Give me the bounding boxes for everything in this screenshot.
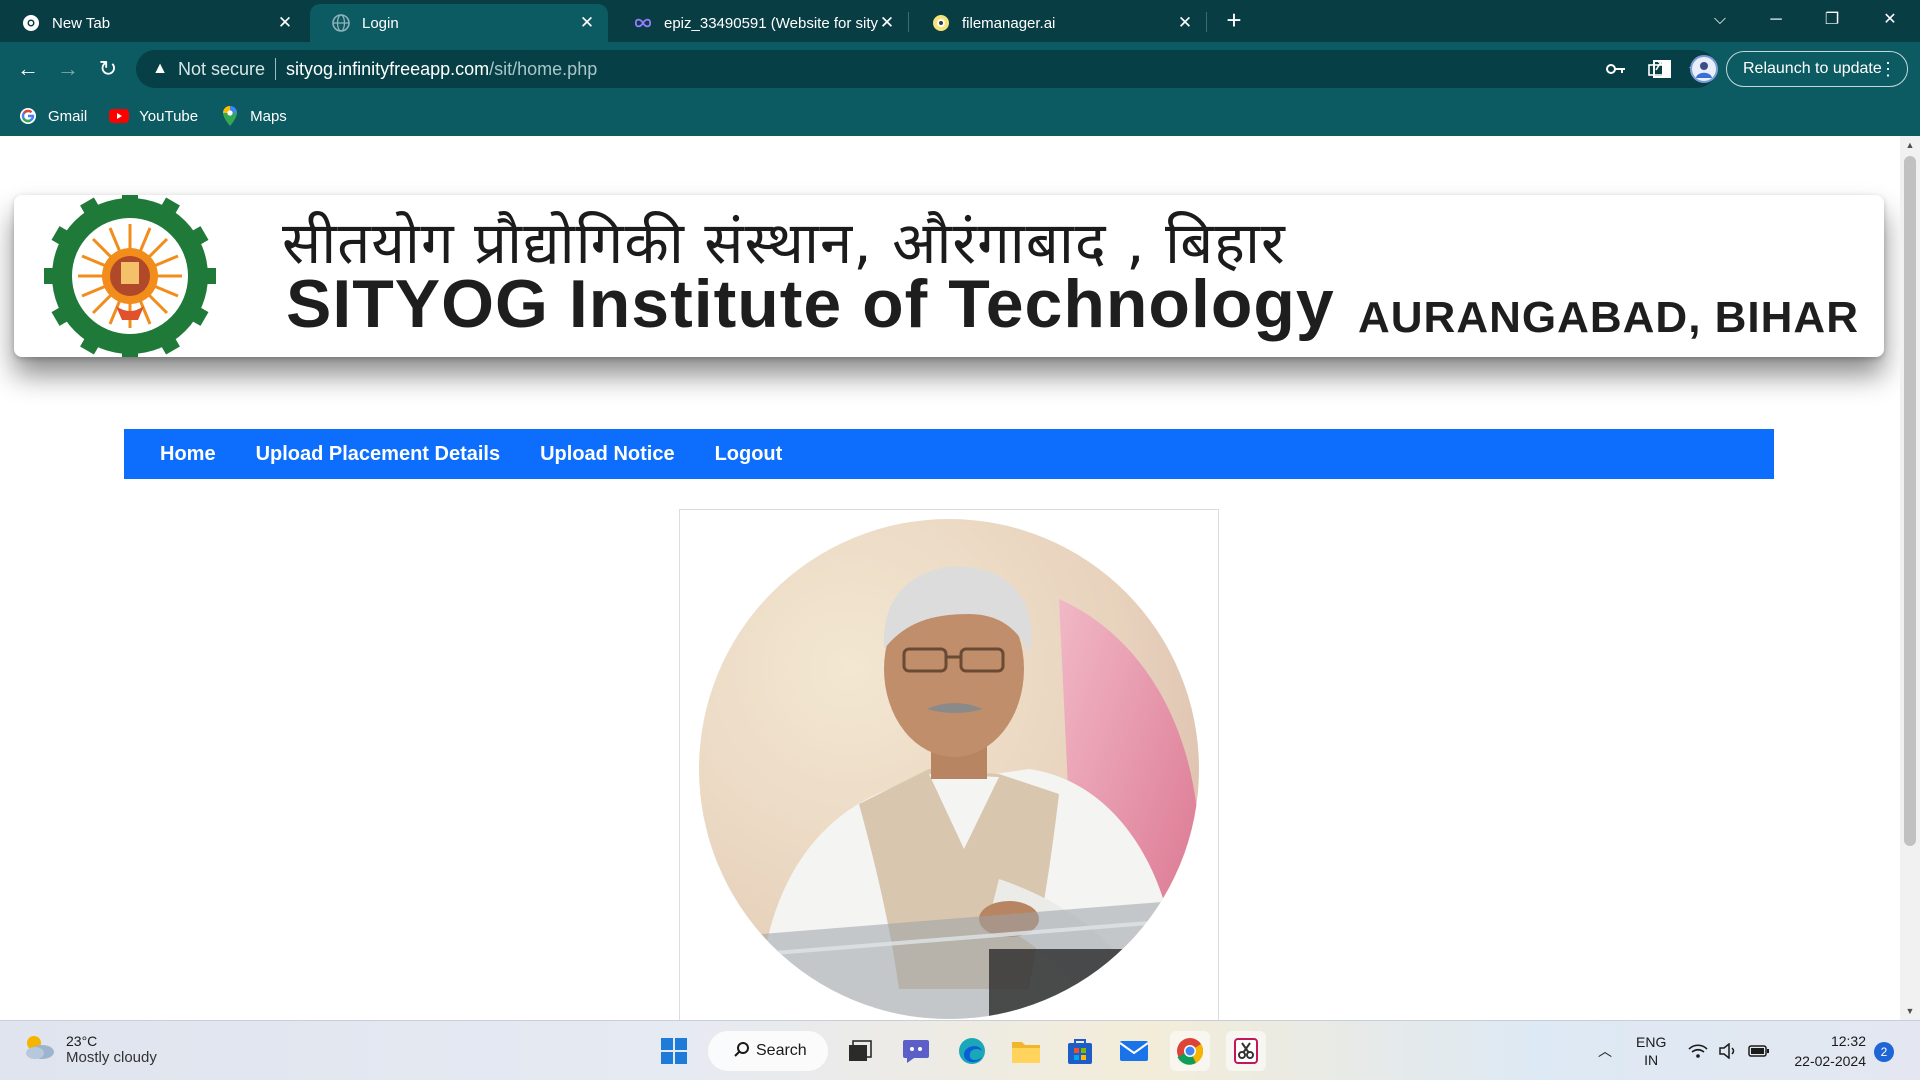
tab-epiz[interactable]: epiz_33490591 (Website for sityog ✕ <box>612 4 908 42</box>
weather-temperature: 23°C <box>66 1033 98 1049</box>
close-icon[interactable]: ✕ <box>1176 14 1194 32</box>
profile-photo <box>699 519 1199 1019</box>
language-line2: IN <box>1644 1052 1659 1068</box>
nav-upload-placement-details[interactable]: Upload Placement Details <box>256 443 501 466</box>
tab-filemanager[interactable]: filemanager.ai ✕ <box>910 4 1206 42</box>
volume-icon[interactable] <box>1718 1021 1738 1081</box>
address-divider <box>275 58 277 80</box>
search-icon <box>734 1041 750 1062</box>
reload-icon[interactable]: ↻ <box>94 55 122 83</box>
relaunch-label: Relaunch to update <box>1743 60 1882 77</box>
snipping-tool-icon[interactable] <box>1226 1031 1266 1071</box>
wifi-icon[interactable] <box>1688 1021 1708 1081</box>
institute-banner: सीतयोग प्रौद्योगिकी संस्थान, औरंगाबाद , … <box>14 195 1884 357</box>
banner-english-title: SITYOG Institute of Technology <box>286 266 1335 342</box>
bookmark-youtube[interactable]: YouTube <box>109 106 198 126</box>
tab-title: filemanager.ai <box>962 14 1056 32</box>
clock-date: 22-02-2024 <box>1794 1053 1866 1069</box>
scroll-up-arrow-icon[interactable]: ▲ <box>1900 136 1920 154</box>
mail-icon[interactable] <box>1114 1031 1154 1071</box>
microsoft-store-icon[interactable] <box>1060 1031 1100 1071</box>
tab-title: epiz_33490591 (Website for sityog <box>664 14 878 32</box>
profile-photo-card <box>679 509 1219 1020</box>
scroll-thumb[interactable] <box>1904 156 1916 846</box>
bookmark-gmail[interactable]: Gmail <box>18 106 87 126</box>
maps-icon <box>220 106 240 126</box>
cloudy-weather-icon <box>22 1033 56 1066</box>
relaunch-button[interactable]: Relaunch to update ⋮ <box>1726 51 1908 87</box>
bookmarks-bar: Gmail YouTube Maps <box>0 96 1920 136</box>
tab-login[interactable]: Login ✕ <box>310 4 608 42</box>
tab-search-chevron-icon[interactable]: ⌵ <box>1700 4 1740 36</box>
bookmark-label: Gmail <box>48 107 88 125</box>
teams-chat-icon[interactable] <box>896 1031 936 1071</box>
nav-home[interactable]: Home <box>160 443 216 466</box>
system-clock[interactable]: 12:32 22-02-2024 <box>1770 1031 1866 1071</box>
forward-arrow-icon[interactable]: → <box>54 55 82 83</box>
file-explorer-icon[interactable] <box>1006 1031 1046 1071</box>
nav-logout[interactable]: Logout <box>715 443 783 466</box>
site-navigation: Home Upload Placement Details Upload Not… <box>124 429 1774 479</box>
page-viewport: सीतयोग प्रौद्योगिकी संस्थान, औरंगाबाद , … <box>0 136 1900 1020</box>
edge-browser-icon[interactable] <box>952 1031 992 1071</box>
bookmark-label: Maps <box>250 107 287 125</box>
close-icon[interactable]: ✕ <box>878 14 896 32</box>
search-label: Search <box>756 1042 807 1059</box>
window-close-icon[interactable]: ✕ <box>1870 4 1910 36</box>
close-icon[interactable]: ✕ <box>276 14 294 32</box>
scroll-down-arrow-icon[interactable]: ▼ <box>1900 1002 1920 1020</box>
battery-icon[interactable] <box>1748 1021 1770 1081</box>
page-scrollbar[interactable]: ▲ ▼ <box>1900 136 1920 1020</box>
task-view-icon[interactable] <box>840 1031 880 1071</box>
bookmark-label: YouTube <box>139 107 199 125</box>
clock-time: 12:32 <box>1830 1033 1866 1049</box>
language-line1: ENG <box>1636 1034 1667 1050</box>
notification-badge[interactable]: 2 <box>1874 1042 1894 1062</box>
google-icon <box>18 106 38 126</box>
bookmark-maps[interactable]: Maps <box>220 106 287 126</box>
new-tab-button[interactable]: + <box>1220 6 1248 34</box>
minimize-icon[interactable]: ─ <box>1756 4 1796 36</box>
infinity-icon <box>634 14 652 32</box>
profile-avatar[interactable] <box>1690 55 1718 83</box>
taskbar-search[interactable]: Search <box>708 1031 828 1071</box>
close-icon[interactable]: ✕ <box>578 14 596 32</box>
globe-icon <box>332 14 350 32</box>
show-hidden-icons-chevron-icon[interactable]: ︿ <box>1598 1021 1612 1081</box>
address-bar[interactable]: ▲ Not secure sityog.infinityfreeapp.com /… <box>136 50 1716 88</box>
url-host[interactable]: sityog.infinityfreeapp.com <box>286 59 489 80</box>
input-language[interactable]: ENG IN <box>1636 1021 1666 1081</box>
restore-icon[interactable]: ❐ <box>1812 4 1852 36</box>
tab-separator <box>908 12 909 32</box>
windows-taskbar: 23°C Mostly cloudy Search ︿ ENG IN 12:32… <box>0 1020 1920 1080</box>
back-arrow-icon[interactable]: ← <box>14 55 42 83</box>
browser-toolbar: ← → ↻ ▲ Not secure sityog.infinityfreeap… <box>0 42 1920 96</box>
tab-title: New Tab <box>52 14 111 32</box>
nav-upload-notice[interactable]: Upload Notice <box>540 443 674 466</box>
browser-tab-bar: New Tab ✕ Login ✕ epiz_33490591 (Website… <box>0 0 1920 42</box>
side-panel-icon[interactable] <box>1648 55 1676 83</box>
youtube-icon <box>109 106 130 126</box>
tab-new-tab[interactable]: New Tab ✕ <box>0 4 306 42</box>
key-icon[interactable] <box>1596 59 1636 80</box>
tab-title: Login <box>362 14 399 32</box>
security-label[interactable]: Not secure <box>178 59 265 80</box>
institute-logo <box>14 195 246 357</box>
weather-condition: Mostly cloudy <box>66 1049 157 1066</box>
warning-triangle-icon[interactable]: ▲ <box>150 60 170 78</box>
windows-start-icon[interactable] <box>654 1031 694 1071</box>
chrome-taskbar-icon[interactable] <box>1170 1031 1210 1071</box>
url-path[interactable]: /sit/home.php <box>489 59 597 80</box>
kebab-menu-icon[interactable]: ⋮ <box>1879 59 1897 80</box>
weather-widget[interactable]: 23°C Mostly cloudy <box>22 1033 157 1066</box>
filemanager-icon <box>932 14 950 32</box>
chrome-icon <box>22 14 40 32</box>
banner-english-subtitle: AURANGABAD, BIHAR <box>1358 293 1859 342</box>
tab-separator <box>1206 12 1207 32</box>
